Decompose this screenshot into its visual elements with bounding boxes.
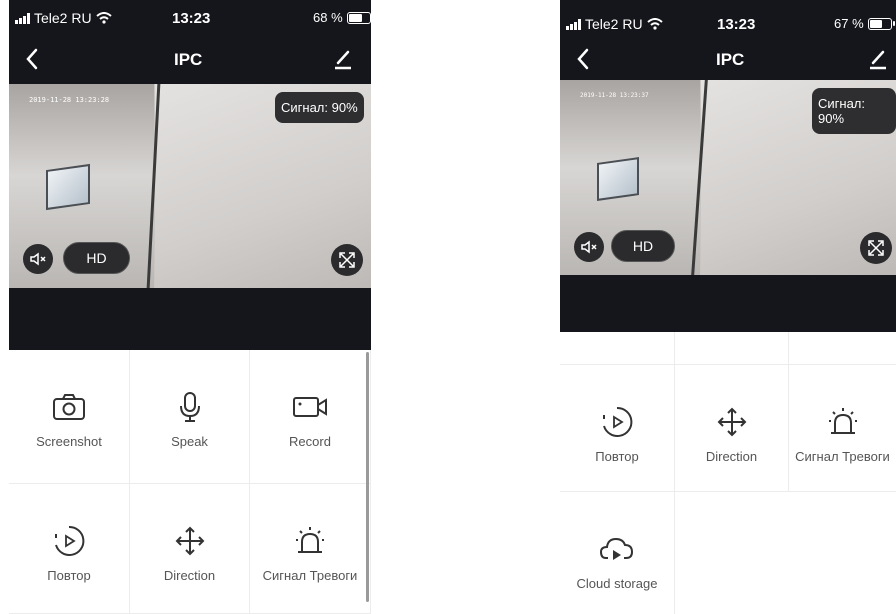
alarm-button[interactable]: Сигнал Тревоги xyxy=(250,484,371,614)
fullscreen-button[interactable] xyxy=(860,232,892,264)
wifi-icon xyxy=(646,18,663,30)
cloud-storage-label: Cloud storage xyxy=(576,576,658,591)
scrollbar[interactable] xyxy=(366,352,369,602)
playback-icon xyxy=(55,525,85,556)
wall-frame-image xyxy=(46,163,90,211)
fullscreen-button[interactable] xyxy=(331,244,363,276)
quality-hd-button[interactable]: HD xyxy=(63,242,130,274)
battery-icon xyxy=(867,17,895,30)
move-arrows-icon xyxy=(175,526,204,556)
battery-percent: 68 % xyxy=(313,10,343,25)
microphone-icon xyxy=(179,392,200,422)
cloud-storage-icon xyxy=(599,537,634,560)
cellular-signal-icon xyxy=(15,12,30,24)
battery-icon xyxy=(346,11,371,24)
video-controls-bar xyxy=(560,275,896,332)
function-grid: Screenshot Speak Record Повтор Direction… xyxy=(9,350,371,614)
cloud-storage-button[interactable]: Cloud storage xyxy=(560,492,675,614)
mute-button[interactable] xyxy=(574,232,604,262)
page-title: IPC xyxy=(174,50,203,69)
speaker-muted-icon xyxy=(30,252,46,266)
battery: 68 % xyxy=(313,10,371,25)
carrier: Tele2 RU xyxy=(566,16,663,32)
video-camera-icon xyxy=(293,397,327,417)
direction-label: Direction xyxy=(163,568,216,583)
fullscreen-icon xyxy=(339,252,355,268)
speaker-muted-icon xyxy=(581,240,597,254)
fullscreen-icon xyxy=(868,240,884,256)
function-grid: Повтор Direction Сигнал Тревоги Cloud st… xyxy=(560,332,896,614)
back-icon[interactable] xyxy=(576,48,590,70)
quality-hd-button[interactable]: HD xyxy=(611,230,675,262)
playback-button[interactable]: Повтор xyxy=(9,484,130,614)
carrier-label: Tele2 RU xyxy=(585,16,643,32)
edit-icon[interactable] xyxy=(333,48,353,70)
nav-bar: IPC xyxy=(9,36,371,84)
carrier: Tele2 RU xyxy=(15,10,112,26)
wall-frame-image xyxy=(597,157,639,201)
camera-video-feed[interactable]: 2019-11-28 13:23:28 Сигнал: 90% HD xyxy=(9,84,371,288)
direction-button[interactable]: Direction xyxy=(130,484,250,614)
video-controls-bar xyxy=(9,288,371,350)
playback-button[interactable]: Повтор xyxy=(560,365,675,492)
signal-strength-badge: Сигнал: 90% xyxy=(812,88,896,134)
clock: 13:23 xyxy=(717,16,756,33)
nav-bar: IPC xyxy=(560,40,896,80)
alarm-siren-icon xyxy=(828,408,857,434)
battery: 67 % xyxy=(834,16,895,31)
wifi-icon xyxy=(95,12,112,24)
status-bar: Tele2 RU 13:23 67 % xyxy=(560,0,896,40)
video-timestamp: 2019-11-28 13:23:28 xyxy=(29,96,110,104)
playback-label: Повтор xyxy=(47,568,91,583)
camera-icon xyxy=(53,394,85,420)
mute-button[interactable] xyxy=(23,244,53,274)
carrier-label: Tele2 RU xyxy=(34,10,92,26)
phone-screen-right: Tele2 RU 13:23 67 % IPC 2019-11-28 13:23… xyxy=(560,0,896,614)
cellular-signal-icon xyxy=(566,18,581,30)
alarm-label: Сигнал Тревоги xyxy=(795,449,890,464)
move-arrows-icon xyxy=(717,407,746,437)
page-title: IPC xyxy=(716,50,745,69)
playback-label: Повтор xyxy=(595,449,639,464)
battery-percent: 67 % xyxy=(834,16,864,31)
speak-button[interactable]: Speak xyxy=(130,350,250,484)
direction-label: Direction xyxy=(705,449,758,464)
signal-strength-badge: Сигнал: 90% xyxy=(275,92,364,123)
screenshot-label: Screenshot xyxy=(36,434,102,449)
status-bar: Tele2 RU 13:23 68 % xyxy=(9,0,371,36)
screenshot-button[interactable]: Screenshot xyxy=(9,350,130,484)
speak-label: Speak xyxy=(171,434,208,449)
alarm-siren-icon xyxy=(296,527,324,553)
record-label: Record xyxy=(289,434,331,449)
camera-video-feed[interactable]: 2019-11-28 13:23:37 Сигнал: 90% HD xyxy=(560,80,896,275)
direction-button[interactable]: Direction xyxy=(675,365,789,492)
record-button[interactable]: Record xyxy=(250,350,371,484)
back-icon[interactable] xyxy=(25,48,39,70)
edit-icon[interactable] xyxy=(868,48,888,70)
playback-icon xyxy=(603,406,633,437)
video-timestamp: 2019-11-28 13:23:37 xyxy=(580,92,649,99)
alarm-label: Сигнал Тревоги xyxy=(262,568,358,583)
phone-screen-left: Tele2 RU 13:23 68 % IPC 2019-11-28 13:23… xyxy=(9,0,371,614)
clock: 13:23 xyxy=(172,10,211,27)
alarm-button[interactable]: Сигнал Тревоги xyxy=(789,365,896,492)
